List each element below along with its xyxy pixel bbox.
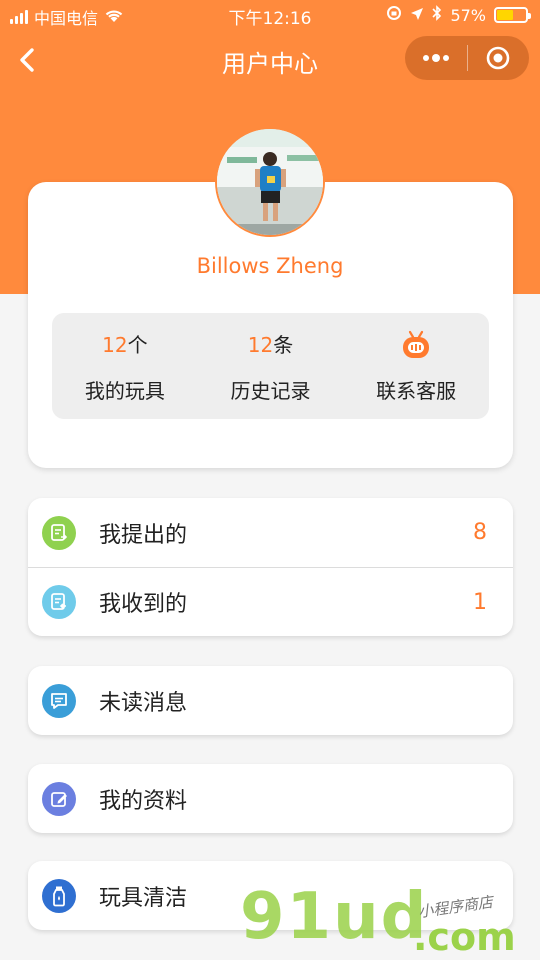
more-dots-icon	[422, 54, 449, 62]
bottle-icon	[42, 878, 76, 913]
stat-count: 12条	[198, 331, 344, 359]
menu-label: 未读消息	[99, 690, 188, 716]
customer-service-icon	[343, 330, 489, 359]
watermark-logo: 91ud	[240, 880, 429, 954]
more-button[interactable]	[405, 36, 467, 80]
stat-label: 联系客服	[376, 379, 457, 403]
menu-label: 我的资料	[99, 788, 188, 814]
username: Billows Zheng	[196, 254, 344, 278]
battery-icon	[494, 7, 531, 23]
menu-group-messages: 未读消息	[28, 666, 513, 735]
submitted-icon	[42, 515, 76, 550]
status-right: 57%	[386, 5, 531, 25]
menu-item-unread-messages[interactable]: 未读消息	[28, 666, 513, 735]
bluetooth-icon	[432, 5, 442, 25]
battery-percent: 57%	[450, 5, 486, 25]
status-bar: 中国电信 下午12:16 57%	[0, 0, 540, 30]
close-miniprogram-button[interactable]	[467, 36, 529, 80]
stat-number: 12	[247, 333, 274, 357]
stat-number: 12	[102, 333, 128, 357]
target-icon	[486, 46, 510, 70]
menu-count: 1	[473, 589, 487, 615]
menu-group-profile: 我的资料	[28, 764, 513, 833]
stats-panel: 12个 我的玩具 12条 历史记录 联系客服	[52, 313, 489, 419]
menu-item-submitted[interactable]: 我提出的 8	[28, 498, 513, 567]
avatar[interactable]	[215, 127, 325, 237]
miniprogram-capsule	[405, 36, 529, 80]
menu-group-requests: 我提出的 8 我收到的 1	[28, 498, 513, 636]
stat-my-toys[interactable]: 12个 我的玩具	[52, 313, 198, 419]
watermark-domain: .com	[413, 915, 516, 959]
stat-contact-service[interactable]: 联系客服	[343, 313, 489, 419]
rotation-lock-icon	[386, 5, 402, 25]
menu-label: 我提出的	[99, 522, 188, 548]
stat-label: 我的玩具	[84, 379, 165, 403]
menu-item-my-profile[interactable]: 我的资料	[28, 764, 513, 833]
menu-label: 玩具清洁	[99, 885, 188, 911]
edit-icon	[42, 781, 76, 816]
location-icon	[410, 6, 424, 25]
stat-label: 历史记录	[230, 379, 311, 403]
received-icon	[42, 585, 76, 619]
menu-item-received[interactable]: 我收到的 1	[28, 567, 513, 636]
message-icon	[42, 683, 76, 718]
nav-bar: 用户中心	[0, 34, 540, 86]
menu-count: 8	[473, 520, 487, 545]
menu-label: 我收到的	[99, 592, 188, 617]
stat-unit: 个	[127, 333, 148, 357]
stat-unit: 条	[273, 333, 294, 357]
stat-count: 12个	[52, 331, 198, 359]
stat-history[interactable]: 12条 历史记录	[198, 313, 344, 419]
